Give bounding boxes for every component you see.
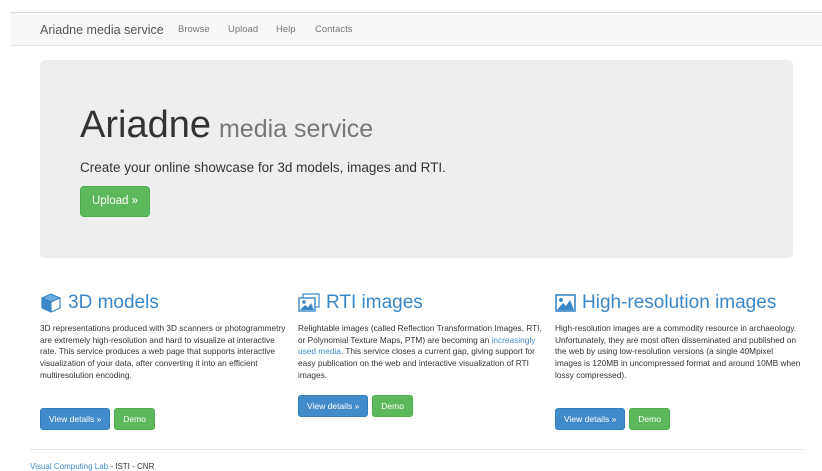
cube-icon: [41, 293, 61, 313]
feature-description: High-resolution images are a commodity r…: [555, 323, 801, 380]
feature-high-resolution-images: High-resolution images High-resolution i…: [555, 290, 801, 382]
brand-link[interactable]: Ariadne media service: [40, 23, 164, 37]
feature-rti-images: RTI images Relightable images (called Re…: [298, 290, 544, 382]
feature-hires-buttons: View details » Demo: [555, 408, 670, 430]
upload-button[interactable]: Upload »: [80, 186, 150, 217]
footer-divider: [30, 449, 803, 450]
view-details-button[interactable]: View details »: [298, 395, 369, 417]
nav-help[interactable]: Help: [276, 24, 296, 35]
feature-rti-buttons: View details » Demo: [298, 395, 413, 417]
navbar: Ariadne media service Browse Upload Help…: [10, 12, 822, 46]
nav-browse[interactable]: Browse: [178, 24, 210, 35]
feature-title-text: High-resolution images: [582, 292, 777, 313]
view-details-button[interactable]: View details »: [40, 408, 111, 430]
feature-title-text: 3D models: [68, 292, 159, 313]
demo-button[interactable]: Demo: [114, 408, 155, 430]
nav-contacts[interactable]: Contacts: [315, 24, 353, 35]
feature-3d-models: 3D models 3D representations produced wi…: [40, 290, 286, 382]
view-details-button[interactable]: View details »: [555, 408, 626, 430]
feature-title: RTI images: [298, 290, 544, 316]
rti-images-icon: [298, 293, 320, 312]
hero-jumbotron: Ariadne media service Create your online …: [40, 60, 793, 258]
picture-icon: [555, 294, 576, 312]
hero-title-sub: media service: [218, 115, 374, 143]
feature-description: Relightable images (called Reflection Tr…: [298, 323, 544, 382]
hero-title-main: Ariadne: [80, 104, 211, 146]
demo-button[interactable]: Demo: [629, 408, 670, 430]
hero-title: Ariadne media service: [80, 106, 373, 144]
feature-3d-buttons: View details » Demo: [40, 408, 155, 430]
feature-title: High-resolution images: [555, 290, 801, 316]
nav-upload[interactable]: Upload: [228, 24, 258, 35]
feature-title: 3D models: [40, 290, 286, 316]
feature-description: 3D representations produced with 3D scan…: [40, 323, 286, 380]
feature-title-text: RTI images: [326, 292, 423, 313]
hero-lead: Create your online showcase for 3d model…: [80, 160, 446, 175]
demo-button[interactable]: Demo: [372, 395, 413, 417]
